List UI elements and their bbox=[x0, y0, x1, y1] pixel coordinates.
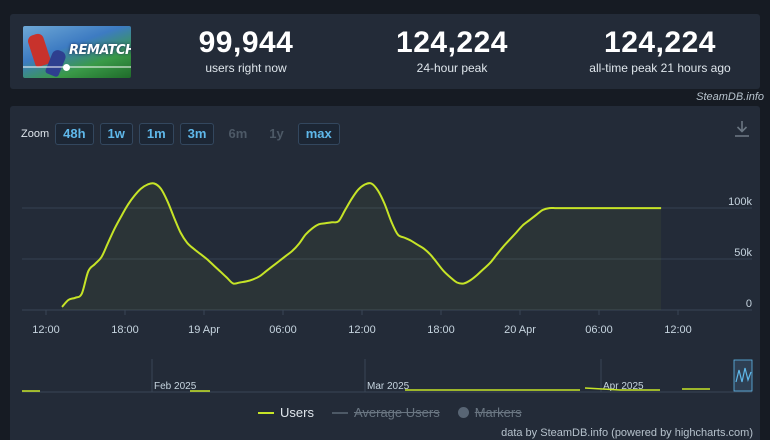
x-tick-label: 06:00 bbox=[585, 324, 613, 336]
x-tick-label: 12:00 bbox=[664, 324, 692, 336]
legend-label: Average Users bbox=[353, 405, 440, 420]
x-tick-label: 19 Apr bbox=[188, 324, 220, 336]
stat-label: all-time peak 21 hours ago bbox=[589, 61, 731, 75]
legend-swatch bbox=[258, 411, 274, 414]
y-tick-label: 100k bbox=[728, 196, 752, 208]
game-thumbnail[interactable]: REMATCH bbox=[23, 26, 131, 78]
legend: Users Average Users Markers bbox=[258, 405, 540, 420]
x-tick-label: 06:00 bbox=[269, 324, 297, 336]
chart-panel: Zoom 48h 1w 1m 3m 6m 1y max 12:00 18:00 19… bbox=[10, 106, 760, 440]
x-tick-label: 18:00 bbox=[427, 324, 455, 336]
field-line bbox=[23, 66, 131, 68]
game-logo: REMATCH bbox=[69, 43, 131, 58]
y-tick-label: 50k bbox=[734, 247, 752, 259]
stat-value: 124,224 bbox=[396, 26, 508, 59]
stat-label: 24-hour peak bbox=[416, 61, 488, 75]
stats-panel: REMATCH 99,944 users right now 124,224 2… bbox=[10, 14, 760, 89]
y-tick-label: 0 bbox=[746, 298, 752, 310]
legend-label: Markers bbox=[474, 405, 522, 420]
users-series-area bbox=[62, 183, 662, 310]
area-layer bbox=[62, 183, 662, 310]
x-tick-label: 12:00 bbox=[32, 324, 60, 336]
legend-swatch bbox=[331, 411, 348, 414]
x-axis: 12:00 18:00 19 Apr 06:00 12:00 18:00 20 Apr 06:… bbox=[32, 310, 692, 336]
x-tick-label: 18:00 bbox=[111, 324, 139, 336]
x-tick-label: 12:00 bbox=[348, 324, 376, 336]
credit-link[interactable]: data by SteamDB.info (powered by highcha… bbox=[501, 427, 753, 439]
y-axis: 0 50k 100k bbox=[728, 196, 752, 310]
legend-item-users[interactable]: Users bbox=[258, 405, 314, 420]
x-tick-label: 20 Apr bbox=[504, 324, 536, 336]
navigator-label: Mar 2025 bbox=[367, 381, 410, 392]
stat-value: 124,224 bbox=[604, 26, 716, 59]
stat-current-users: 99,944 users right now bbox=[166, 26, 326, 76]
legend-label: Users bbox=[280, 405, 314, 420]
users-chart[interactable]: 12:00 18:00 19 Apr 06:00 12:00 18:00 20 Apr 06:… bbox=[10, 106, 760, 440]
source-tag[interactable]: SteamDB.info bbox=[696, 91, 764, 103]
stat-24h-peak: 124,224 24-hour peak bbox=[372, 26, 532, 76]
stat-value: 99,944 bbox=[198, 26, 294, 59]
navigator[interactable]: Feb 2025 Mar 2025 Apr 2025 bbox=[22, 359, 753, 393]
stat-all-time-peak: 124,224 all-time peak 21 hours ago bbox=[562, 26, 758, 76]
stat-label: users right now bbox=[205, 61, 287, 75]
markers-dot-icon bbox=[457, 407, 469, 418]
legend-item-markers[interactable]: Markers bbox=[457, 405, 522, 420]
legend-item-average-users[interactable]: Average Users bbox=[331, 405, 440, 420]
